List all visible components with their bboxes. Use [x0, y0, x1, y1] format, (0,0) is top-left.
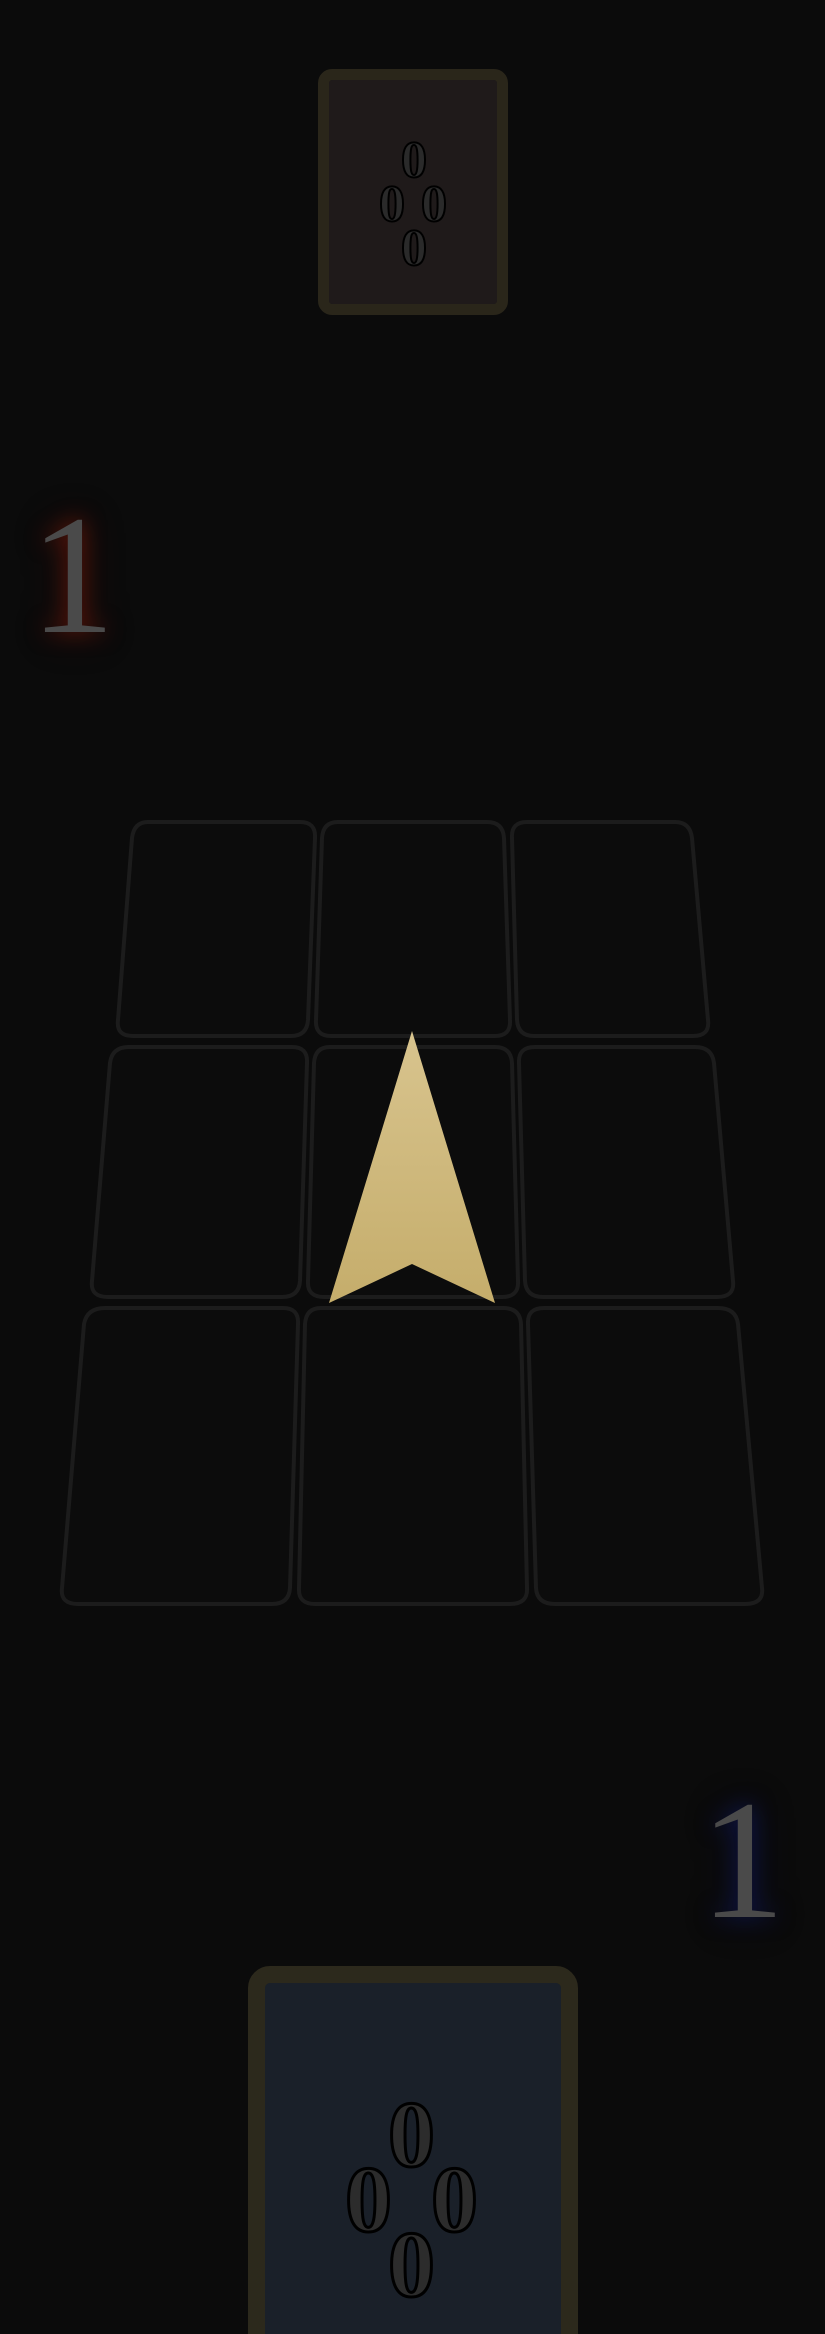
pip-left: 0	[344, 2148, 394, 2252]
board-cell-r2c1[interactable]	[89, 1045, 310, 1299]
pip-bottom: 0	[400, 220, 428, 277]
pip-right: 0	[430, 2148, 480, 2252]
board-cell-r1c2[interactable]	[313, 820, 513, 1038]
pip-bottom: 0	[387, 2213, 437, 2317]
board-cell-r3c3[interactable]	[525, 1306, 765, 1606]
board-cell-r2c2[interactable]	[305, 1045, 521, 1299]
board-cell-r3c2[interactable]	[296, 1306, 530, 1606]
player-score: 1	[700, 1766, 785, 1954]
pip-top: 0	[387, 2083, 437, 2187]
player-card[interactable]: 0 0 0 0	[248, 1966, 578, 2334]
board-cell-r2c3[interactable]	[516, 1045, 736, 1299]
opponent-card-pips: 0 0 0 0	[373, 134, 453, 285]
opponent-card[interactable]: 0 0 0 0	[318, 69, 508, 315]
board-cell-r3c1[interactable]	[59, 1306, 301, 1606]
player-card-pips: 0 0 0 0	[343, 2083, 483, 2318]
opponent-score: 1	[30, 481, 115, 669]
board-cell-r1c3[interactable]	[509, 820, 711, 1038]
game-stage: 0 0 0 0 1 1 0 0 0 0	[0, 0, 825, 2334]
board-cell-r1c1[interactable]	[115, 820, 318, 1038]
